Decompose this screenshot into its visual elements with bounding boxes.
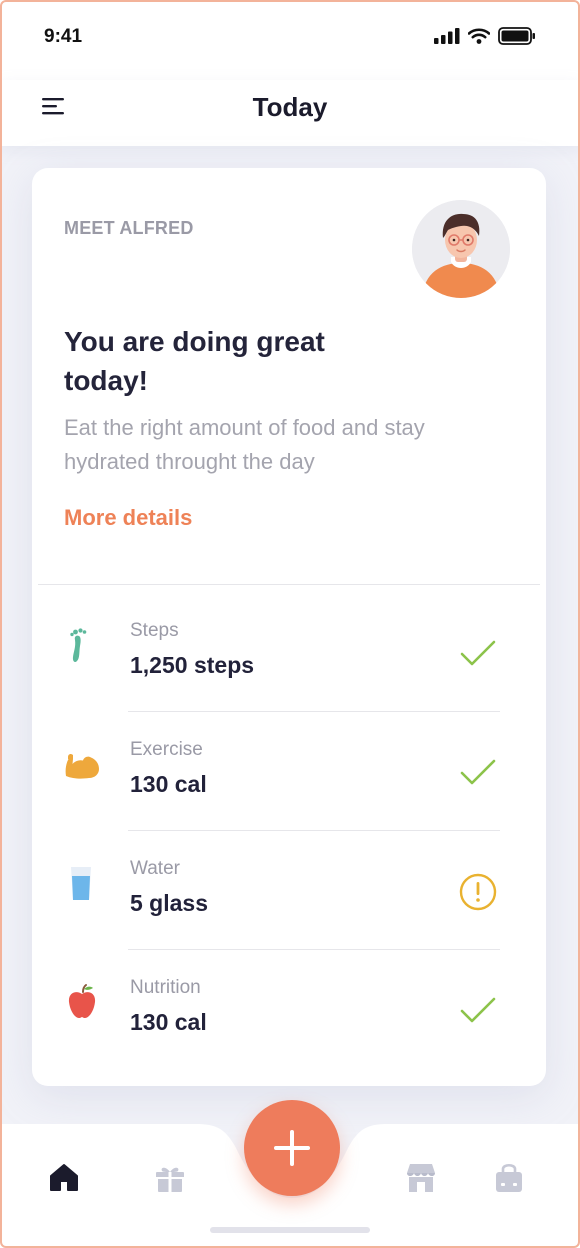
check-icon [458,634,498,674]
metric-row-exercise[interactable]: Exercise 130 cal [32,713,546,831]
water-glass-icon [62,862,102,902]
metric-row-water[interactable]: Water 5 glass [32,832,546,950]
avatar [412,200,510,298]
row-divider [128,830,500,831]
home-icon [50,1164,78,1191]
card-eyebrow: MEET ALFRED [64,218,194,238]
status-icons [434,27,536,45]
metric-value: 130 cal [130,771,207,797]
signal-icon [434,28,460,44]
tab-store[interactable] [404,1160,438,1194]
tab-gifts[interactable] [153,1160,187,1194]
gift-icon [156,1167,184,1192]
bag-icon [496,1163,522,1192]
flexed-arm-icon [62,743,102,783]
metric-row-nutrition[interactable]: Nutrition 130 cal [32,951,546,1069]
card-divider [38,584,540,585]
footprint-icon [62,624,102,664]
tab-home[interactable] [47,1160,81,1194]
metric-label: Water [130,858,180,879]
plus-icon [274,1130,310,1166]
more-details-link[interactable]: More details [64,505,192,531]
app-header: Today [0,80,580,146]
row-divider [128,949,500,950]
add-button[interactable] [244,1100,340,1196]
avatar-illustration [412,200,510,298]
status-time: 9:41 [44,26,83,47]
row-divider [128,711,500,712]
page-title: Today [252,92,328,122]
metric-value: 130 cal [130,1009,207,1035]
apple-icon [62,981,102,1021]
metric-value: 5 glass [130,890,208,916]
store-icon [407,1164,435,1192]
metric-label: Exercise [130,739,203,760]
wifi-icon [468,28,490,44]
tab-bag[interactable] [492,1160,526,1194]
check-icon [458,991,498,1031]
card-description: Eat the right amount of food and stay hy… [64,415,425,474]
metric-label: Nutrition [130,977,201,998]
warning-icon [458,872,498,912]
check-icon [458,753,498,793]
home-indicator [210,1227,370,1233]
metric-value: 1,250 steps [130,652,255,678]
status-bar: 9:41 [0,0,580,80]
card-headline: You are doing great today! [64,326,325,396]
battery-icon [498,27,535,45]
summary-card: MEET ALFRED You are doing great today! E… [32,168,546,1086]
metric-row-steps[interactable]: Steps 1,250 steps [32,594,546,712]
metric-label: Steps [130,620,179,641]
